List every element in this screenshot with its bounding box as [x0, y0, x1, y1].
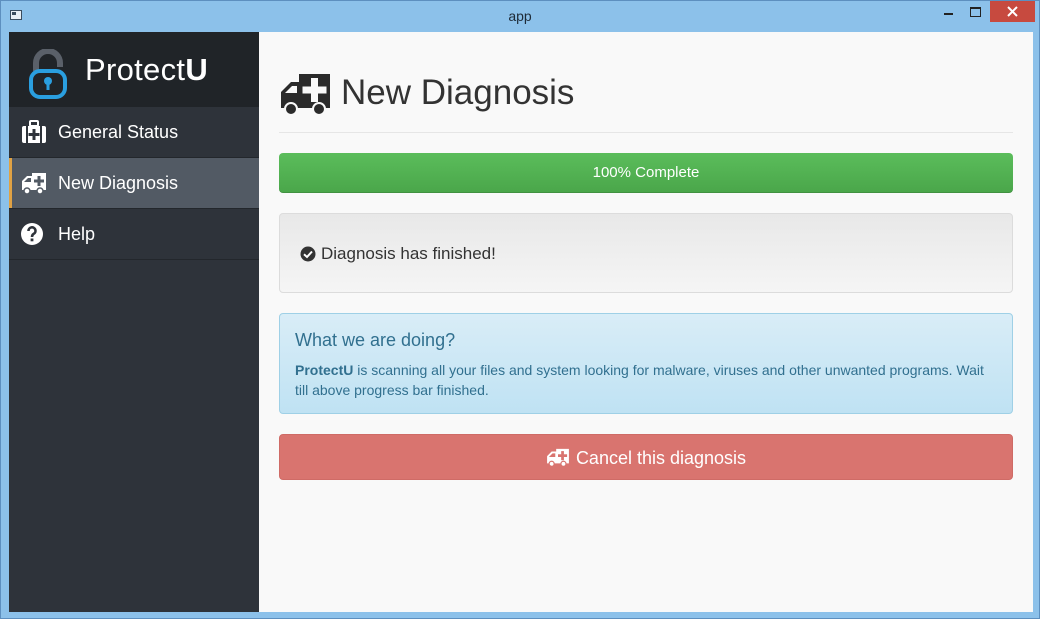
- padlock-logo-icon: [29, 49, 67, 99]
- medkit-icon: [22, 120, 46, 143]
- close-icon: [1007, 6, 1018, 17]
- maximize-button[interactable]: [962, 1, 988, 22]
- sidebar-item-label: General Status: [58, 122, 179, 142]
- status-panel: Diagnosis has finished!: [279, 213, 1013, 293]
- ambulance-icon: [547, 448, 569, 467]
- cancel-diagnosis-button[interactable]: Cancel this diagnosis: [279, 434, 1013, 480]
- info-description: is scanning all your files and system lo…: [295, 362, 984, 398]
- sidebar-item-label: New Diagnosis: [58, 173, 179, 193]
- sidebar: ProtectU General Status New Diagnosis He…: [9, 32, 259, 612]
- app-window: app ProtectU General Status New Diagnosi…: [0, 0, 1040, 619]
- sidebar-item-general-status[interactable]: General Status: [9, 107, 259, 158]
- page-title: New Diagnosis: [341, 73, 575, 112]
- info-body: ProtectU is scanning all your files and …: [295, 360, 995, 400]
- ambulance-icon: [22, 173, 46, 195]
- title-bar[interactable]: app: [1, 1, 1039, 31]
- info-panel: What we are doing? ProtectU is scanning …: [279, 313, 1013, 414]
- sidebar-item-label: Help: [58, 224, 96, 244]
- cancel-button-label: Cancel this diagnosis: [575, 448, 747, 468]
- brand-name: ProtectU: [85, 52, 208, 87]
- sidebar-item-new-diagnosis[interactable]: New Diagnosis: [9, 158, 259, 209]
- sidebar-item-help[interactable]: Help: [9, 209, 259, 260]
- ambulance-icon: [281, 74, 330, 116]
- brand-header: ProtectU: [9, 32, 259, 107]
- question-circle-icon: [21, 223, 43, 245]
- progress-bar: 100% Complete: [279, 153, 1013, 193]
- main-content: New Diagnosis 100% Complete Diagnosis ha…: [279, 32, 1013, 612]
- close-button[interactable]: [990, 1, 1035, 22]
- check-circle-icon: [300, 246, 316, 262]
- minimize-button[interactable]: [935, 1, 961, 22]
- cancel-button-content: Cancel this diagnosis: [280, 447, 1012, 469]
- status-text: Diagnosis has finished!: [321, 244, 496, 263]
- sidebar-nav: General Status New Diagnosis Help: [9, 107, 259, 260]
- progress-label: 100% Complete: [592, 164, 700, 181]
- window-title: app: [508, 8, 532, 24]
- app-client-area: ProtectU General Status New Diagnosis He…: [9, 32, 1033, 612]
- info-app-name: ProtectU: [295, 362, 354, 378]
- info-title: What we are doing?: [295, 330, 456, 350]
- page-header: New Diagnosis: [279, 70, 1013, 133]
